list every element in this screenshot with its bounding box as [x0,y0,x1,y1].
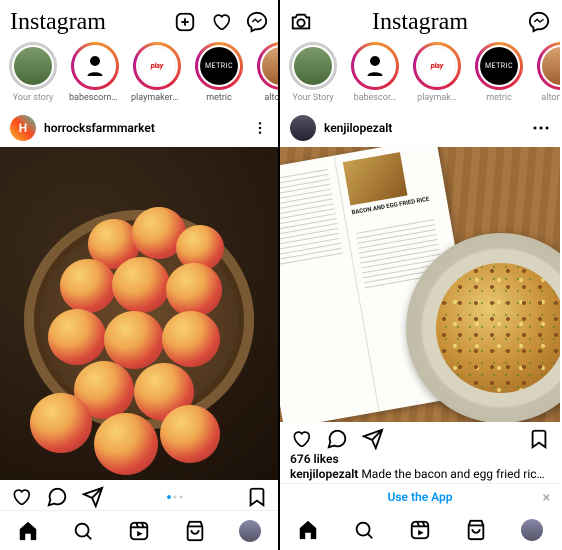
app-pane-native: Instagram Your story babescorne… play pl… [0,0,280,550]
new-post-icon[interactable] [174,11,196,33]
instagram-logo[interactable]: Instagram [10,9,106,36]
story-label: Your story [13,93,54,103]
avatar [260,45,278,87]
caption-username[interactable]: kenjilopezalt [290,467,358,481]
post-author-username[interactable]: horrocksfarmmarket [44,121,155,135]
story-your-story[interactable]: Your story [6,42,60,103]
post-action-row [280,422,560,452]
close-icon[interactable]: × [543,490,550,506]
comment-icon[interactable] [46,486,68,508]
avatar: METRIC [198,45,240,87]
topbar: Instagram [280,0,560,40]
likes-count[interactable]: 676 likes [280,452,560,466]
story-label: metric [206,93,232,103]
story-label: babescorne… [69,93,121,103]
post-header: H horrocksfarmmarket [0,109,278,147]
comment-icon[interactable] [326,428,348,450]
avatar [12,45,54,87]
shop-icon[interactable] [184,520,206,542]
like-heart-icon[interactable] [290,428,312,450]
story-label: playmak… [417,93,457,103]
topbar: Instagram [0,0,278,40]
shop-icon[interactable] [465,519,487,541]
post-image-peaches[interactable] [0,147,278,480]
fried-rice [436,263,560,393]
story-item[interactable]: play playmakers... [130,42,184,103]
post-action-row [0,480,278,510]
caption-text: Made the bacon and egg fried rice from [358,467,560,481]
metric-logo: METRIC [480,47,518,85]
camera-icon[interactable] [290,11,312,33]
profile-avatar-icon[interactable] [239,520,261,542]
more-options-icon[interactable] [532,122,550,134]
story-label: Your Story [292,93,333,103]
metric-logo: METRIC [200,47,238,85]
topbar-actions [174,11,268,33]
story-item[interactable]: altonbro… [534,42,560,103]
bottom-nav [280,510,560,550]
avatar [540,45,560,87]
avatar-letter: H [19,121,27,135]
reels-icon[interactable] [128,520,150,542]
playmakers-logo: play [138,47,176,85]
story-item[interactable]: METRIC metric [472,42,526,103]
post-caption[interactable]: kenjilopezalt Made the bacon and egg fri… [280,466,560,483]
story-label: babescor… [354,93,397,103]
save-bookmark-icon[interactable] [246,486,268,508]
home-icon[interactable] [17,520,39,542]
more-options-icon[interactable] [252,120,268,136]
carousel-indicator-icon [166,486,184,508]
instagram-logo[interactable]: Instagram [372,9,468,36]
save-bookmark-icon[interactable] [528,428,550,450]
avatar: play [416,45,458,87]
home-icon[interactable] [297,519,319,541]
story-your-story[interactable]: Your Story [286,42,340,103]
story-item[interactable]: METRIC metric [192,42,246,103]
story-item[interactable]: altonbro [254,42,278,103]
avatar: METRIC [478,45,520,87]
like-heart-icon[interactable] [10,486,32,508]
reels-icon[interactable] [409,519,431,541]
recipe-photo [343,152,408,205]
messenger-icon[interactable] [246,11,268,33]
use-app-label: Use the App [387,490,452,504]
profile-avatar-icon[interactable] [521,519,543,541]
search-icon[interactable] [72,520,94,542]
story-label: altonbro [264,93,278,103]
avatar [292,45,334,87]
post-author-avatar[interactable] [290,115,316,141]
post-image-fried-rice[interactable]: BACON AND EGG FRIED RICE [280,147,560,422]
story-label: playmakers... [131,93,183,103]
share-icon[interactable] [82,486,104,508]
avatar [74,45,116,87]
stories-tray[interactable]: Your Story babescor… play playmak… METRI… [280,40,560,109]
bottom-nav [0,510,278,550]
app-pane-web: Instagram Your Story babescor… play play… [280,0,560,550]
post-author-username[interactable]: kenjilopezalt [324,121,392,135]
story-label: altonbro… [541,93,560,103]
post-author-avatar[interactable]: H [10,115,36,141]
activity-heart-icon[interactable] [210,11,232,33]
stories-tray[interactable]: Your story babescorne… play playmakers..… [0,40,278,109]
avatar: play [136,45,178,87]
story-item[interactable]: babescorne… [68,42,122,103]
post-header: kenjilopezalt [280,109,560,147]
story-item[interactable]: babescor… [348,42,402,103]
messenger-icon[interactable] [528,11,550,33]
use-the-app-banner[interactable]: Use the App × [280,483,560,510]
avatar [354,45,396,87]
share-icon[interactable] [362,428,384,450]
story-item[interactable]: play playmak… [410,42,464,103]
story-label: metric [486,93,512,103]
playmakers-logo: play [418,47,456,85]
search-icon[interactable] [353,519,375,541]
